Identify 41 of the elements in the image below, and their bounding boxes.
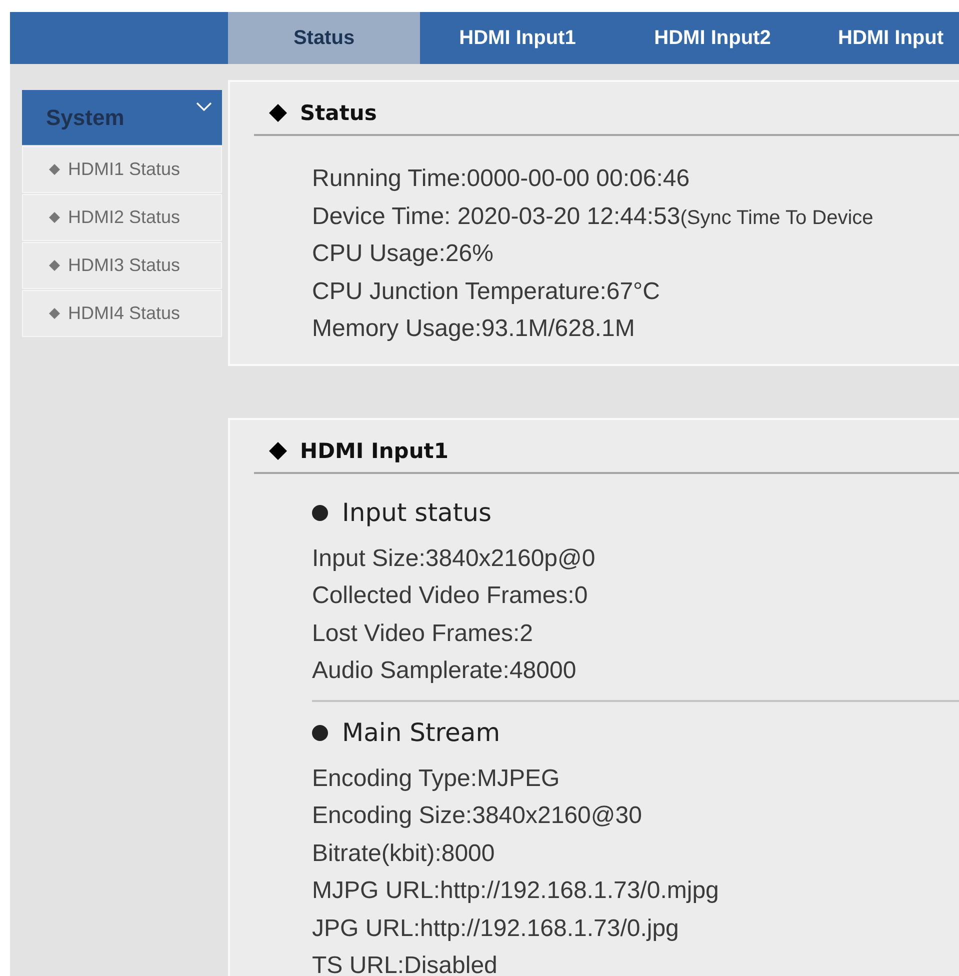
info-line: Lost Video Frames:2 bbox=[312, 618, 534, 648]
section-title: HDMI Input1 bbox=[300, 438, 448, 462]
nav-tab[interactable]: HDMI Input1 bbox=[420, 12, 615, 64]
sidebar-item-label: HDMI3 Status bbox=[68, 255, 180, 276]
info-line: MJPG URL:http://192.168.1.73/0.mjpg bbox=[312, 876, 719, 906]
sidebar-item[interactable]: HDMI2 Status bbox=[22, 194, 222, 241]
bullet-icon bbox=[312, 724, 328, 740]
info-line: CPU Junction Temperature:67°C bbox=[312, 276, 660, 306]
sync-time-link[interactable]: (Sync Time To Device bbox=[680, 200, 874, 237]
sidebar-item-label: HDMI1 Status bbox=[68, 159, 180, 180]
nav-tab[interactable]: HDMI Input2 bbox=[615, 12, 810, 64]
diamond-icon bbox=[49, 164, 60, 175]
info-line: Audio Samplerate:48000 bbox=[312, 656, 576, 686]
bullet-icon bbox=[312, 504, 328, 520]
info-line: CPU Usage:26% bbox=[312, 239, 494, 269]
sidebar-item-label: HDMI2 Status bbox=[68, 207, 180, 228]
info-line: Running Time:0000-00-00 00:06:46 bbox=[312, 164, 690, 194]
info-line: JPG URL:http://192.168.1.73/0.jpg bbox=[312, 914, 679, 944]
sidebar-item[interactable]: HDMI4 Status bbox=[22, 290, 222, 337]
info-line: Device Time: 2020-03-20 12:44:53 bbox=[312, 202, 680, 232]
diamond-icon bbox=[268, 440, 288, 460]
info-line: Collected Video Frames:0 bbox=[312, 581, 588, 611]
section-title: Status bbox=[300, 101, 377, 125]
info-line: Input Size:3840x2160p@0 bbox=[312, 544, 596, 574]
diamond-icon bbox=[49, 308, 60, 319]
diamond-icon bbox=[49, 212, 60, 223]
group-title: Input status bbox=[342, 498, 492, 527]
info-line: Encoding Type:MJPEG bbox=[312, 764, 560, 794]
nav-tab[interactable]: Status bbox=[228, 12, 420, 64]
group-title: Main Stream bbox=[342, 718, 500, 747]
sidebar-item-label: HDMI4 Status bbox=[68, 303, 180, 324]
sidebar-item[interactable]: HDMI1 Status bbox=[22, 146, 222, 193]
chevron-icon bbox=[196, 102, 212, 112]
info-line: TS URL:Disabled bbox=[312, 951, 498, 976]
sidebar-item[interactable]: HDMI3 Status bbox=[22, 242, 222, 289]
nav-tab[interactable]: HDMI Input bbox=[810, 12, 944, 64]
diamond-icon bbox=[49, 260, 60, 271]
info-line: Memory Usage:93.1M/628.1M bbox=[312, 314, 635, 344]
diamond-icon bbox=[268, 103, 288, 123]
info-line: Bitrate(kbit):8000 bbox=[312, 838, 495, 868]
info-line: Encoding Size:3840x2160@30 bbox=[312, 801, 642, 831]
